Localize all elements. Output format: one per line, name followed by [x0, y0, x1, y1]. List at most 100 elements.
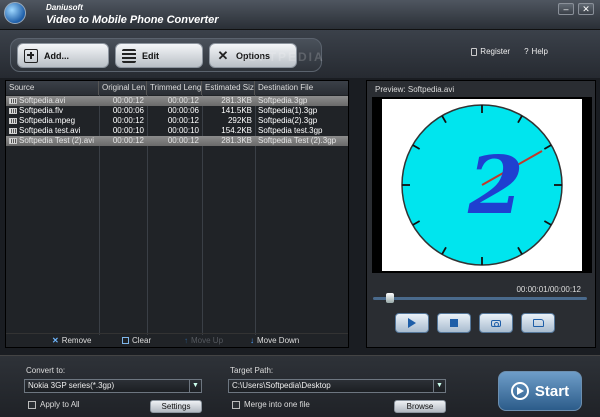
- table-row[interactable]: Softpedia.avi 00:00:12 00:00:12 281.3KB Soft…: [6, 96, 348, 106]
- column-original-length[interactable]: Original Len...: [99, 81, 147, 95]
- snapshot-button[interactable]: [479, 313, 513, 333]
- preview-label: Preview: Softpedia.avi: [375, 85, 455, 94]
- seek-thumb[interactable]: [386, 293, 395, 303]
- cell-source-text: Softpedia Test (2).avi: [19, 136, 95, 145]
- cell-estimated-size-text: 141.5KB: [221, 106, 252, 115]
- merge-label: Merge into one file: [244, 400, 310, 409]
- column-estimated-size[interactable]: Estimated Size: [202, 81, 255, 95]
- remove-button[interactable]: ✕ Remove: [52, 336, 92, 345]
- cell-estimated-size: 281.3KB: [202, 96, 255, 106]
- seek-bar[interactable]: [373, 297, 587, 300]
- table-row[interactable]: Softpedia Test (2).avi 00:00:12 00:00:12 28…: [6, 136, 348, 146]
- move-down-label: Move Down: [257, 336, 300, 345]
- cell-estimated-size-text: 281.3KB: [221, 96, 252, 105]
- cell-original-length-text: 00:00:12: [112, 136, 144, 145]
- cell-trimmed-length-text: 00:00:12: [167, 96, 199, 105]
- move-down-button[interactable]: ↓ Move Down: [250, 336, 299, 345]
- video-file-icon: [9, 118, 17, 124]
- brand-name: Daniusoft: [46, 3, 83, 12]
- video-file-icon: [9, 98, 17, 104]
- chevron-down-icon: ▼: [433, 380, 445, 392]
- checkbox-box: [232, 400, 240, 409]
- title-bar: Daniusoft Video to Mobile Phone Converte…: [0, 0, 600, 30]
- cell-trimmed-length: 00:00:06: [147, 106, 202, 116]
- cell-original-length: 00:00:06: [99, 106, 147, 116]
- apply-to-all-checkbox[interactable]: Apply to All: [28, 400, 80, 409]
- list-actions-bar: ✕ Remove Clear ↑ Move Up ↓ Move Down: [6, 333, 348, 347]
- close-button[interactable]: ✕: [578, 3, 594, 15]
- file-table-header: Source Original Len... Trimmed Length Es…: [6, 81, 348, 95]
- cell-source-text: Softpedia.flv: [19, 106, 64, 115]
- arrow-down-icon: ↓: [250, 336, 254, 345]
- edit-label: Edit: [142, 50, 159, 61]
- cell-source: Softpedia.mpeg: [6, 116, 99, 126]
- cell-source-text: Softpedia.mpeg: [19, 116, 76, 125]
- folder-icon: [532, 319, 544, 327]
- target-path-label: Target Path:: [230, 366, 274, 375]
- checkbox-box: [28, 400, 36, 409]
- settings-button[interactable]: Settings: [150, 400, 202, 413]
- header-links: Register ? Help: [471, 47, 548, 56]
- register-link[interactable]: Register: [471, 47, 510, 56]
- video-file-icon: [9, 138, 17, 144]
- cell-estimated-size: 292KB: [202, 116, 255, 126]
- move-up-button[interactable]: ↑ Move Up: [184, 336, 223, 345]
- stop-icon: [450, 319, 458, 327]
- cell-original-length-text: 00:00:12: [112, 116, 144, 125]
- cell-destination-file-text: Softpedia test.3gp: [258, 126, 323, 135]
- cell-trimmed-length-text: 00:00:12: [167, 136, 199, 145]
- column-destination-file[interactable]: Destination File: [255, 81, 348, 95]
- cell-destination-file-text: Softpedia(2).3gp: [258, 116, 318, 125]
- toolbar: Add... Edit ✕ Options SOFTPEDIA Register…: [0, 30, 600, 78]
- add-file-icon: [24, 48, 38, 63]
- help-link[interactable]: ? Help: [524, 47, 548, 56]
- cell-source: Softpedia.avi: [6, 96, 99, 106]
- apply-to-all-label: Apply to All: [40, 400, 80, 409]
- start-label: Start: [534, 382, 570, 400]
- cell-trimmed-length-text: 00:00:06: [167, 106, 199, 115]
- format-select[interactable]: Nokia 3GP series(*.3gp) ▼: [24, 379, 202, 393]
- cell-source: Softpedia.flv: [6, 106, 99, 116]
- edit-button[interactable]: Edit: [115, 43, 203, 68]
- app-logo-icon: [4, 2, 26, 24]
- clear-icon: [122, 337, 129, 344]
- cell-estimated-size: 154.2KB: [202, 126, 255, 136]
- play-button[interactable]: [395, 313, 429, 333]
- add-label: Add...: [44, 50, 69, 61]
- start-button[interactable]: Start: [498, 371, 582, 411]
- minimize-button[interactable]: –: [558, 3, 574, 15]
- cell-original-length: 00:00:12: [99, 116, 147, 126]
- preview-panel: Preview: Softpedia.avi 2 00:00:01/00:00:…: [366, 80, 596, 348]
- clear-button[interactable]: Clear: [122, 336, 151, 345]
- help-label: Help: [531, 47, 548, 56]
- merge-checkbox[interactable]: Merge into one file: [232, 400, 310, 409]
- cell-trimmed-length: 00:00:12: [147, 96, 202, 106]
- start-icon: [510, 382, 529, 400]
- column-source[interactable]: Source: [6, 81, 99, 95]
- tools-icon: ✕: [217, 47, 229, 63]
- format-value: Nokia 3GP series(*.3gp): [28, 381, 115, 390]
- target-path-select[interactable]: C:\Users\Softpedia\Desktop ▼: [228, 379, 446, 393]
- cell-source-text: Softpedia test.avi: [19, 126, 81, 135]
- cell-estimated-size-text: 154.2KB: [221, 126, 252, 135]
- cell-source: Softpedia test.avi: [6, 126, 99, 136]
- video-preview: 2: [372, 97, 592, 273]
- play-icon: [408, 318, 416, 328]
- cell-estimated-size-text: 281.3KB: [221, 136, 252, 145]
- open-folder-button[interactable]: [521, 313, 555, 333]
- cell-destination-file: Softpedia(1).3gp: [255, 106, 348, 116]
- column-trimmed-length[interactable]: Trimmed Length: [147, 81, 202, 95]
- stop-button[interactable]: [437, 313, 471, 333]
- table-row[interactable]: Softpedia test.avi 00:00:10 00:00:10 154.2K…: [6, 126, 348, 136]
- register-label: Register: [480, 47, 511, 56]
- cell-source-text: Softpedia.avi: [19, 96, 66, 105]
- cell-trimmed-length-text: 00:00:12: [167, 116, 199, 125]
- cell-destination-file: Softpedia.3gp: [255, 96, 348, 106]
- add-button[interactable]: Add...: [17, 43, 109, 68]
- cell-destination-file-text: Softpedia(1).3gp: [258, 106, 318, 115]
- table-row[interactable]: Softpedia.flv 00:00:06 00:00:06 141.5KB Soft…: [6, 106, 348, 116]
- browse-button[interactable]: Browse: [394, 400, 446, 413]
- table-row[interactable]: Softpedia.mpeg 00:00:12 00:00:12 292KB Softp…: [6, 116, 348, 126]
- clock-frame-image: 2: [401, 104, 563, 266]
- window-controls: – ✕: [558, 3, 594, 15]
